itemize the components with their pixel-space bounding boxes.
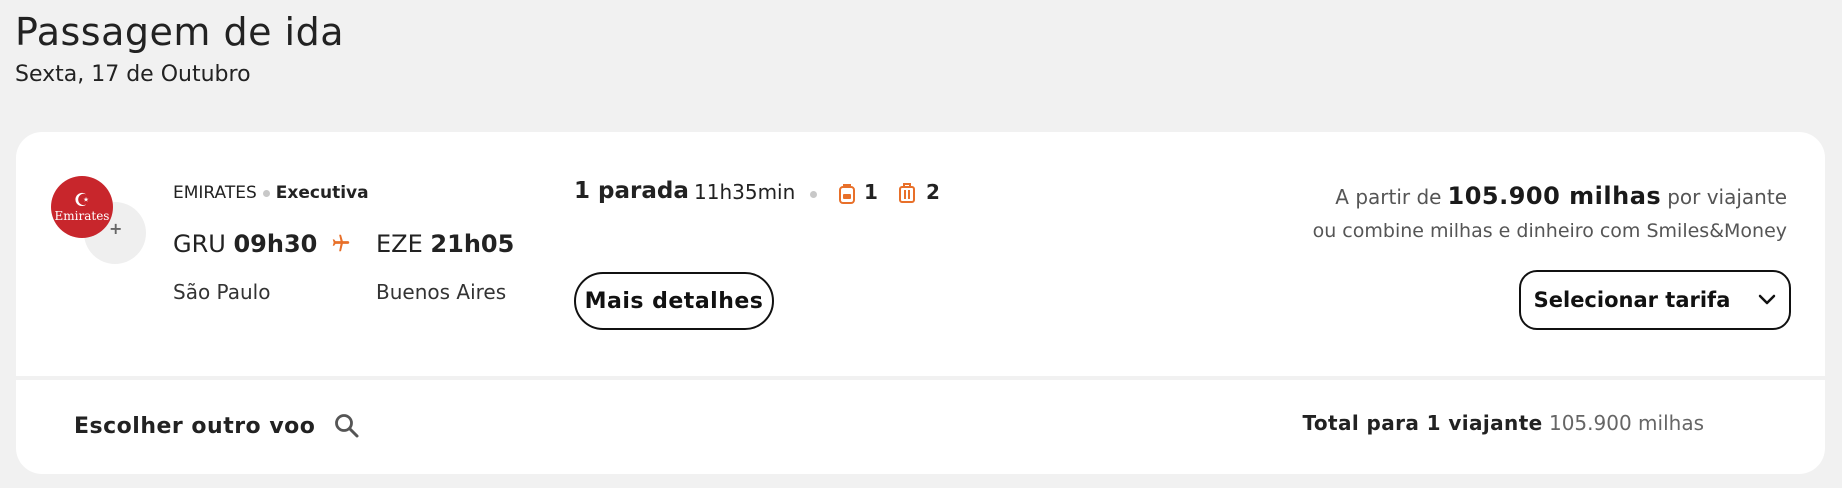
flight-date: Sexta, 17 de Outubro [15,62,251,87]
chevron-down-icon [1759,294,1776,305]
more-details-button[interactable]: Mais detalhes [574,272,774,330]
price-prefix: A partir de [1335,185,1442,209]
total-value: 105.900 milhas [1548,411,1704,435]
plane-icon [332,234,350,252]
select-fare-label: Selecionar tarifa [1533,288,1731,312]
plus-icon: + [109,219,123,238]
origin-city: São Paulo [173,280,271,304]
checked-bag-count: 2 [926,180,940,204]
departure: GRU 09h30 [173,230,317,258]
airline-name: EMIRATES [173,183,257,203]
total-summary: Total para 1 viajante 105.900 milhas [1303,411,1705,435]
choose-other-flight-label: Escolher outro voo [74,413,316,439]
backpack-icon [839,184,855,204]
select-fare-button[interactable]: Selecionar tarifa [1519,270,1791,330]
departure-time: 09h30 [233,230,318,258]
stops-count: 1 parada [574,178,689,204]
airline-row: EMIRATES Executiva [173,183,369,203]
emirates-emblem-icon: ☪ [73,189,91,211]
destination-code: EZE [376,230,423,258]
separator-dot [262,189,270,197]
separator-dot [810,191,817,198]
origin-code: GRU [173,230,226,258]
price-suffix: por viajante [1667,185,1787,209]
total-label: Total para 1 viajante [1302,411,1543,435]
cabin-class: Executiva [275,183,369,203]
logo-text: Emirates [54,208,110,223]
emirates-logo: ☪ Emirates [51,176,113,238]
price-line: A partir de 105.900 milhas por viajante [1335,182,1787,210]
choose-other-flight-link[interactable]: Escolher outro voo [74,412,361,440]
carry-on-count: 1 [864,180,878,204]
destination-city: Buenos Aires [376,280,507,304]
suitcase-icon [899,183,915,203]
airline-logo-group: + ☪ Emirates [51,176,146,270]
flight-card: + ☪ Emirates EMIRATES Executiva GRU 09h3… [16,132,1825,474]
arrival-time: 21h05 [430,230,515,258]
divider [16,376,1825,380]
arrival: EZE 21h05 [376,230,514,258]
search-icon[interactable] [333,412,361,440]
price-value: 105.900 milhas [1447,182,1662,210]
flight-duration: 11h35min [694,180,796,204]
page-title: Passagem de ida [15,10,345,54]
smiles-money-note: ou combine milhas e dinheiro com Smiles&… [1312,220,1787,242]
